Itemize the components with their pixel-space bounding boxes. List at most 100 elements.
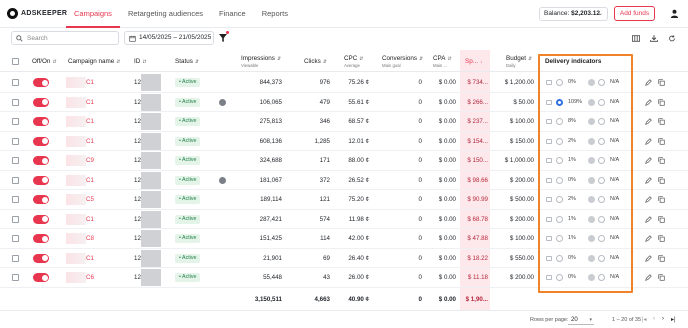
refresh-icon[interactable] xyxy=(668,35,676,42)
duplicate-icon[interactable] xyxy=(658,98,665,106)
col-cpa[interactable]: CPA ⇵ Main ... xyxy=(433,50,452,72)
col-spent[interactable]: Sp... ↓ xyxy=(465,50,482,72)
edit-icon[interactable] xyxy=(645,215,652,223)
campaign-toggle[interactable] xyxy=(33,97,49,107)
prev-page-icon[interactable]: ‹ xyxy=(653,316,655,322)
search-input[interactable] xyxy=(27,33,115,43)
logo[interactable]: ADSKEEPER xyxy=(7,8,67,19)
select-all-checkbox[interactable] xyxy=(12,58,19,65)
edit-icon[interactable] xyxy=(645,235,652,242)
table-row[interactable]: C1 12( Active 275,813 346 68.57 ¢ 0 $ 0.… xyxy=(0,112,688,132)
col-conversions[interactable]: Conversions ⇵ Main goal xyxy=(382,50,423,72)
col-status[interactable]: Status ⇵ xyxy=(175,50,199,72)
campaign-name-link[interactable]: C1 xyxy=(86,171,94,190)
edit-icon[interactable] xyxy=(645,254,652,262)
row-checkbox[interactable] xyxy=(12,137,19,145)
row-checkbox[interactable] xyxy=(12,79,19,86)
duplicate-icon[interactable] xyxy=(658,235,665,242)
campaign-toggle[interactable] xyxy=(33,136,49,146)
row-checkbox[interactable] xyxy=(12,98,19,106)
edit-icon[interactable] xyxy=(645,118,652,125)
table-row[interactable]: C8 12( Active 151,425 114 42.00 ¢ 0 $ 0.… xyxy=(0,229,688,249)
campaign-name-link[interactable]: C1 xyxy=(86,249,94,268)
budget-usage-value: 1% xyxy=(568,235,576,241)
duplicate-icon[interactable] xyxy=(658,118,665,125)
nav-retargeting-audiences[interactable]: Retargeting audiences xyxy=(120,0,211,28)
campaign-toggle[interactable] xyxy=(33,78,49,87)
campaign-toggle[interactable] xyxy=(33,156,49,165)
table-row[interactable]: C1 12( Active 608,136 1,285 12.01 ¢ 0 $ … xyxy=(0,132,688,151)
campaign-name-link[interactable]: C1 xyxy=(86,73,94,92)
col-impressions[interactable]: Impressions ⇵ Viewable xyxy=(241,50,281,72)
table-row[interactable]: C5 12( Active 189,114 121 75.20 ¢ 0 $ 0.… xyxy=(0,190,688,210)
table-row[interactable]: C6 12( Active 55,448 43 26.00 ¢ 0 $ 0.00… xyxy=(0,268,688,288)
campaign-name-link[interactable]: C8 xyxy=(86,229,94,248)
search-field[interactable] xyxy=(11,31,119,45)
nav-finance[interactable]: Finance xyxy=(211,0,254,28)
edit-icon[interactable] xyxy=(645,98,652,106)
duplicate-icon[interactable] xyxy=(658,176,665,184)
duplicate-icon[interactable] xyxy=(658,254,665,262)
download-icon[interactable] xyxy=(650,35,658,42)
first-page-icon[interactable]: |◂ xyxy=(642,316,647,323)
campaign-toggle[interactable] xyxy=(33,273,49,282)
campaign-toggle[interactable] xyxy=(33,117,49,126)
table-row[interactable]: C9 12( Active 324,688 171 88.00 ¢ 0 $ 0.… xyxy=(0,151,688,171)
row-checkbox[interactable] xyxy=(12,118,19,125)
row-checkbox[interactable] xyxy=(12,254,19,262)
row-checkbox[interactable] xyxy=(12,196,19,203)
row-checkbox[interactable] xyxy=(12,235,19,242)
duplicate-icon[interactable] xyxy=(658,196,665,203)
redacted-name xyxy=(66,233,86,244)
campaign-name-link[interactable]: C1 xyxy=(86,132,94,151)
table-row[interactable]: C1 12( Active 21,901 69 26.40 ¢ 0 $ 0.00… xyxy=(0,249,688,268)
nav-reports[interactable]: Reports xyxy=(254,0,296,28)
table-row[interactable]: C1 12( Active 181,067 372 26.52 ¢ 0 $ 0.… xyxy=(0,171,688,190)
add-funds-button[interactable]: Add funds xyxy=(614,6,655,21)
campaign-name-link[interactable]: C1 xyxy=(86,93,94,112)
campaign-name-link[interactable]: C1 xyxy=(86,210,94,229)
edit-icon[interactable] xyxy=(645,137,652,145)
edit-icon[interactable] xyxy=(645,274,652,281)
rows-per-page-select[interactable]: 20 ▾ xyxy=(568,315,594,325)
next-page-icon[interactable]: › xyxy=(662,316,664,322)
edit-icon[interactable] xyxy=(645,157,652,164)
duplicate-icon[interactable] xyxy=(658,215,665,223)
campaign-name-link[interactable]: C6 xyxy=(86,268,94,287)
edit-icon[interactable] xyxy=(645,176,652,184)
filter-icon[interactable] xyxy=(219,34,227,42)
duplicate-icon[interactable] xyxy=(658,274,665,281)
duplicate-icon[interactable] xyxy=(658,157,665,164)
row-checkbox[interactable] xyxy=(12,157,19,164)
campaign-toggle[interactable] xyxy=(33,175,49,185)
row-checkbox[interactable] xyxy=(12,215,19,223)
row-checkbox[interactable] xyxy=(12,274,19,281)
col-budget[interactable]: Budget ⇵ Daily xyxy=(506,50,532,72)
columns-icon[interactable] xyxy=(632,35,640,42)
table-row[interactable]: C1 12( Active 106,065 479 55.61 ¢ 0 $ 0.… xyxy=(0,93,688,112)
col-clicks[interactable]: Clicks ⇵ xyxy=(304,50,327,72)
campaign-toggle[interactable] xyxy=(33,214,49,224)
col-campaign-name[interactable]: Campaign name ⇵ xyxy=(68,50,120,72)
edit-icon[interactable] xyxy=(645,79,652,86)
col-onoff[interactable]: Off/On ⇵ xyxy=(32,50,57,72)
table-row[interactable]: C1 12( Active 844,373 976 75.26 ¢ 0 $ 0.… xyxy=(0,73,688,93)
nav-campaigns[interactable]: Campaigns xyxy=(66,0,120,28)
col-id[interactable]: ID ⇵ xyxy=(134,50,147,72)
balance-dropdown[interactable]: Balance: $2,203.12 ⌄ xyxy=(539,7,608,21)
last-page-icon[interactable]: ▸| xyxy=(671,316,676,323)
campaign-toggle[interactable] xyxy=(33,195,49,204)
duplicate-icon[interactable] xyxy=(658,79,665,86)
campaign-name-link[interactable]: C1 xyxy=(86,112,94,131)
date-range-picker[interactable]: 14/05/2025 – 21/05/2025 xyxy=(124,31,214,45)
campaign-toggle[interactable] xyxy=(33,253,49,263)
duplicate-icon[interactable] xyxy=(658,137,665,145)
edit-icon[interactable] xyxy=(645,196,652,203)
row-checkbox[interactable] xyxy=(12,176,19,184)
user-icon[interactable] xyxy=(670,9,679,18)
campaign-name-link[interactable]: C9 xyxy=(86,151,94,170)
col-cpc[interactable]: CPC ⇵ Average xyxy=(344,50,364,72)
campaign-name-link[interactable]: C5 xyxy=(86,190,94,209)
table-row[interactable]: C1 12( Active 287,421 574 11.98 ¢ 0 $ 0.… xyxy=(0,210,688,229)
campaign-toggle[interactable] xyxy=(33,234,49,243)
